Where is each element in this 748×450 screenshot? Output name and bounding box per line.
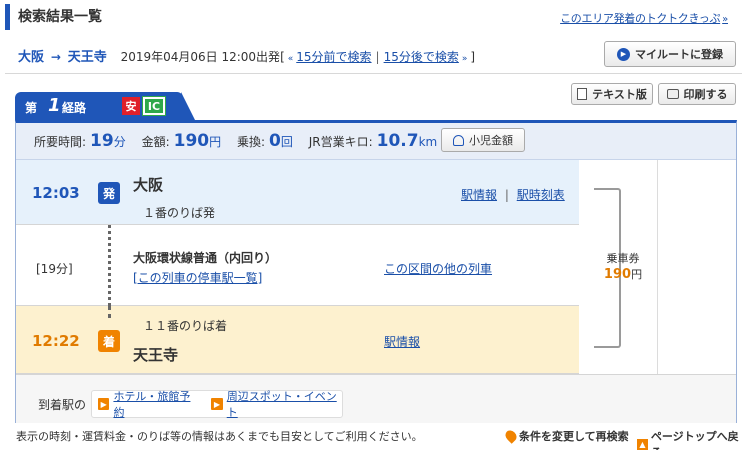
route-arrow: → bbox=[50, 50, 61, 64]
printer-icon bbox=[666, 89, 679, 99]
arrival-station-label: 到着駅の bbox=[38, 398, 87, 412]
transfer-unit: 回 bbox=[280, 135, 293, 149]
chevron-right-icon: » bbox=[722, 14, 728, 25]
ticket-label: 乗車券 bbox=[606, 252, 640, 265]
arrival-station-info-link[interactable]: 駅情報 bbox=[384, 333, 420, 350]
departure-time: 12:03 bbox=[32, 184, 80, 202]
train-segment-row: [19分] 大阪環状線普通（内回り） [この列車の停車駅一覧] この区間の他の列… bbox=[16, 225, 579, 306]
route-tab-prefix: 第 bbox=[25, 101, 38, 115]
train-stops-link[interactable]: [この列車の停車駅一覧] bbox=[133, 269, 262, 286]
distance-unit: km bbox=[418, 135, 438, 149]
time-value: 19 bbox=[90, 131, 114, 151]
destination-station: 天王寺 bbox=[67, 50, 107, 65]
time-label: 所要時間: bbox=[34, 135, 87, 149]
route-detail-card: 所要時間: 19分 金額: 190円 乗換: 0回 JR営業キロ: 10.7km 小児金… bbox=[15, 120, 737, 423]
fare-unit: 円 bbox=[209, 135, 222, 149]
departure-timetable-link[interactable]: 駅時刻表 bbox=[517, 188, 565, 202]
next-15min-link[interactable]: 15分後で検索 bbox=[384, 50, 459, 64]
page-top-link[interactable]: ▲ ページトップへ戻る bbox=[637, 428, 748, 450]
departure-row: 12:03 発 大阪 １番のりば発 駅情報 | 駅時刻表 bbox=[16, 160, 579, 225]
arrow-right-icon: ▶ bbox=[211, 398, 223, 410]
station-links-box: ▶ ホテル・旅館予約 ▶ 周辺スポット・イベント bbox=[91, 388, 343, 420]
link-separator: | bbox=[375, 50, 380, 64]
departure-link-separator: | bbox=[504, 188, 509, 202]
departure-station-info-link[interactable]: 駅情報 bbox=[461, 188, 497, 202]
fare-column: 乗車券 190円 bbox=[579, 160, 736, 374]
route-summary-bar: 所要時間: 19分 金額: 190円 乗換: 0回 JR営業キロ: 10.7km 小児金… bbox=[16, 123, 736, 160]
arrival-station-services: 到着駅の ▶ ホテル・旅館予約 ▶ 周辺スポット・イベント bbox=[16, 374, 736, 423]
train-name: 大阪環状線普通（内回り） bbox=[133, 251, 278, 265]
add-my-route-button[interactable]: ▶ マイルートに登録 bbox=[604, 41, 736, 67]
text-version-label: テキスト版 bbox=[592, 88, 647, 101]
departure-mark: 発 bbox=[98, 182, 120, 204]
transfer-label: 乗換: bbox=[236, 135, 265, 149]
departure-platform: １番のりば発 bbox=[143, 206, 216, 220]
hotel-booking-link[interactable]: ホテル・旅館予約 bbox=[113, 388, 197, 420]
disclaimer-note: 表示の時刻・運賃料金・のりば等の情報はあくまでも目安としてご利用ください。 bbox=[16, 430, 423, 443]
transfer-value: 0 bbox=[269, 131, 281, 151]
bracket-open: [ bbox=[280, 50, 285, 64]
arrival-dotted-line bbox=[108, 306, 111, 318]
child-fare-button[interactable]: 小児金額 bbox=[441, 128, 525, 152]
origin-station: 大阪 bbox=[18, 50, 45, 65]
fare-divider bbox=[657, 160, 658, 374]
print-label: 印刷する bbox=[683, 88, 728, 101]
distance-label: JR営業キロ: bbox=[308, 135, 373, 149]
prev-15min-link[interactable]: 15分前で検索 bbox=[296, 50, 371, 64]
nearby-spots-link[interactable]: 周辺スポット・イベント bbox=[227, 388, 342, 420]
arrival-mark: 着 bbox=[98, 330, 120, 352]
ticket-fare-unit: 円 bbox=[631, 268, 643, 281]
print-button[interactable]: 印刷する bbox=[658, 83, 736, 105]
text-version-button[interactable]: テキスト版 bbox=[571, 83, 653, 105]
arrival-time: 12:22 bbox=[32, 332, 80, 350]
safe-badge: 安 bbox=[122, 97, 140, 115]
page-footer: 表示の時刻・運賃料金・のりば等の情報はあくまでも目安としてご利用ください。 条件… bbox=[0, 423, 748, 450]
route-divider bbox=[5, 73, 742, 74]
document-icon bbox=[577, 88, 588, 100]
arrival-station-name: 天王寺 bbox=[133, 346, 179, 364]
research-link[interactable]: 条件を変更して再検索 bbox=[503, 428, 629, 444]
ticket-fare-amount: 190 bbox=[603, 267, 632, 282]
page-top-label: ページトップへ戻る bbox=[650, 430, 739, 450]
search-pin-icon bbox=[503, 428, 519, 444]
area-tokutoku-ticket-link[interactable]: このエリア発着のトクトクきっぷ» bbox=[560, 10, 728, 26]
arrow-right-icon: ▶ bbox=[98, 398, 110, 410]
fare-value: 190 bbox=[173, 131, 210, 151]
page-title: 検索結果一覧 bbox=[18, 9, 102, 25]
time-unit: 分 bbox=[113, 135, 126, 149]
route-tab-1[interactable]: 第 1 経路 安 IC bbox=[15, 92, 195, 120]
departure-station-name: 大阪 bbox=[133, 176, 164, 194]
prev-arrow-icon: « bbox=[287, 54, 294, 64]
other-trains-link[interactable]: この区間の他の列車 bbox=[384, 260, 492, 277]
distance-value: 10.7 bbox=[376, 131, 419, 151]
segment-duration: [19分] bbox=[36, 262, 73, 276]
add-my-route-label: マイルートに登録 bbox=[635, 48, 723, 61]
departure-links: 駅情報 | 駅時刻表 bbox=[461, 186, 565, 203]
arrival-platform: １１番のりば着 bbox=[143, 319, 228, 333]
summary-values: 所要時間: 19分 金額: 190円 乗換: 0回 JR営業キロ: 10.7km bbox=[34, 131, 449, 151]
search-datetime: 2019年04月06日 12:00出発 bbox=[120, 50, 281, 64]
person-icon bbox=[453, 134, 464, 146]
bracket-close: ] bbox=[470, 50, 476, 64]
route-tab-label: 経路 bbox=[62, 101, 87, 115]
fare-label: 金額: bbox=[141, 135, 170, 149]
segment-dotted-line bbox=[108, 225, 111, 306]
ic-card-badge: IC bbox=[142, 96, 166, 116]
play-circle-icon: ▶ bbox=[617, 47, 630, 61]
arrival-row: １１番のりば着 12:22 着 天王寺 駅情報 bbox=[16, 306, 579, 374]
research-label: 条件を変更して再検索 bbox=[519, 430, 629, 443]
next-arrow-icon: » bbox=[461, 54, 468, 64]
page-header: 検索結果一覧 このエリア発着のトクトクきっぷ» bbox=[0, 0, 748, 34]
arrow-up-icon: ▲ bbox=[637, 438, 648, 450]
route-line-text: 大阪 → 天王寺 2019年04月06日 12:00出発[«15分前で検索 | 15… bbox=[18, 46, 475, 65]
child-fare-label: 小児金額 bbox=[469, 134, 513, 147]
route-tab-number: 1 bbox=[48, 95, 61, 116]
header-accent-bar bbox=[5, 4, 10, 30]
ticket-fare: 190円 bbox=[597, 266, 649, 282]
area-tokutoku-ticket-link-text: このエリア発着のトクトクきっぷ bbox=[560, 12, 721, 25]
